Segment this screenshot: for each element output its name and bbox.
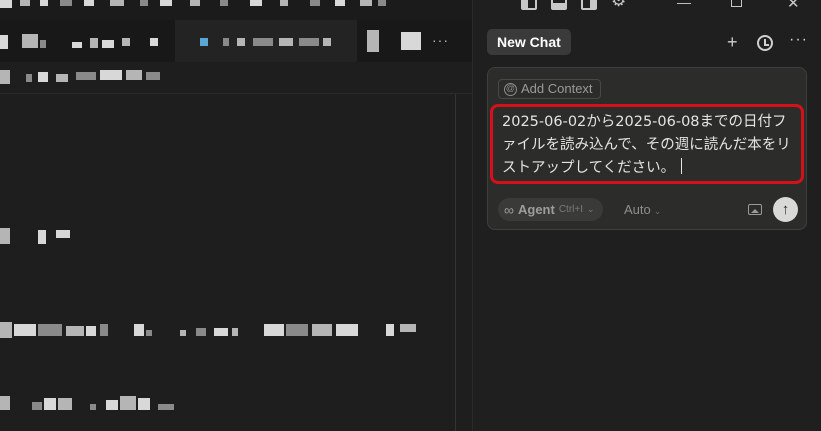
code-editor[interactable] (0, 94, 472, 431)
text-caret (681, 158, 683, 174)
chat-input[interactable]: 2025-06-02から2025-06-08までの日付ファイルを読み込んで、その… (502, 111, 794, 180)
layout-controls: ⚙ (521, 0, 629, 11)
chevron-down-icon: ⌄ (587, 204, 595, 214)
editor-tab[interactable] (357, 20, 472, 62)
minimize-icon[interactable]: — (677, 0, 691, 10)
chat-input-highlight[interactable]: 2025-06-02から2025-06-08までの日付ファイルを読み込んで、その… (490, 104, 804, 184)
layout-panel-icon[interactable] (551, 0, 567, 10)
tab-more-icon[interactable]: ··· (432, 32, 449, 48)
agent-mode-selector[interactable]: ∞ Agent Ctrl+I ⌄ (498, 198, 603, 221)
model-selector[interactable]: Auto ⌄ (624, 202, 661, 217)
chat-composer: @ Add Context 2025-06-02から2025-06-08までの日… (487, 67, 807, 230)
chat-header: New Chat + ··· (487, 29, 809, 57)
layout-sidebar-left-icon[interactable] (521, 0, 537, 10)
model-label: Auto (624, 202, 651, 217)
editor-scrollbar[interactable] (455, 94, 456, 431)
chevron-down-icon: ⌄ (653, 206, 662, 216)
chat-panel: ⚙ — ✕ New Chat + ··· @ Add Context 2025-… (472, 0, 821, 431)
agent-mode-shortcut: Ctrl+I (558, 204, 583, 215)
close-icon[interactable]: ✕ (787, 0, 800, 12)
chat-input-text: 2025-06-02から2025-06-08までの日付ファイルを読み込んで、その… (502, 114, 791, 176)
infinity-icon: ∞ (504, 201, 514, 218)
new-chat-tab[interactable]: New Chat (487, 29, 571, 55)
editor-tab-active[interactable] (175, 20, 357, 62)
add-context-button[interactable]: @ Add Context (498, 79, 601, 99)
gear-icon[interactable]: ⚙ (611, 0, 629, 11)
plus-icon[interactable]: + (727, 31, 738, 53)
layout-sidebar-right-icon[interactable] (581, 0, 597, 10)
more-icon[interactable]: ··· (789, 29, 808, 51)
composer-footer: ∞ Agent Ctrl+I ⌄ Auto ⌄ ↑ (498, 197, 798, 223)
at-sign-icon: @ (504, 82, 517, 96)
editor-tab[interactable] (0, 20, 175, 62)
history-icon[interactable] (757, 35, 773, 51)
agent-mode-label: Agent (517, 202, 555, 217)
image-icon[interactable] (748, 204, 762, 215)
send-button[interactable]: ↑ (773, 197, 798, 222)
editor-area: ··· (0, 0, 472, 431)
breadcrumb (0, 62, 472, 94)
editor-tab-bar: ··· (0, 20, 472, 62)
add-context-label: Add Context (521, 81, 593, 96)
restore-icon[interactable] (731, 0, 742, 7)
title-bar (0, 0, 472, 20)
